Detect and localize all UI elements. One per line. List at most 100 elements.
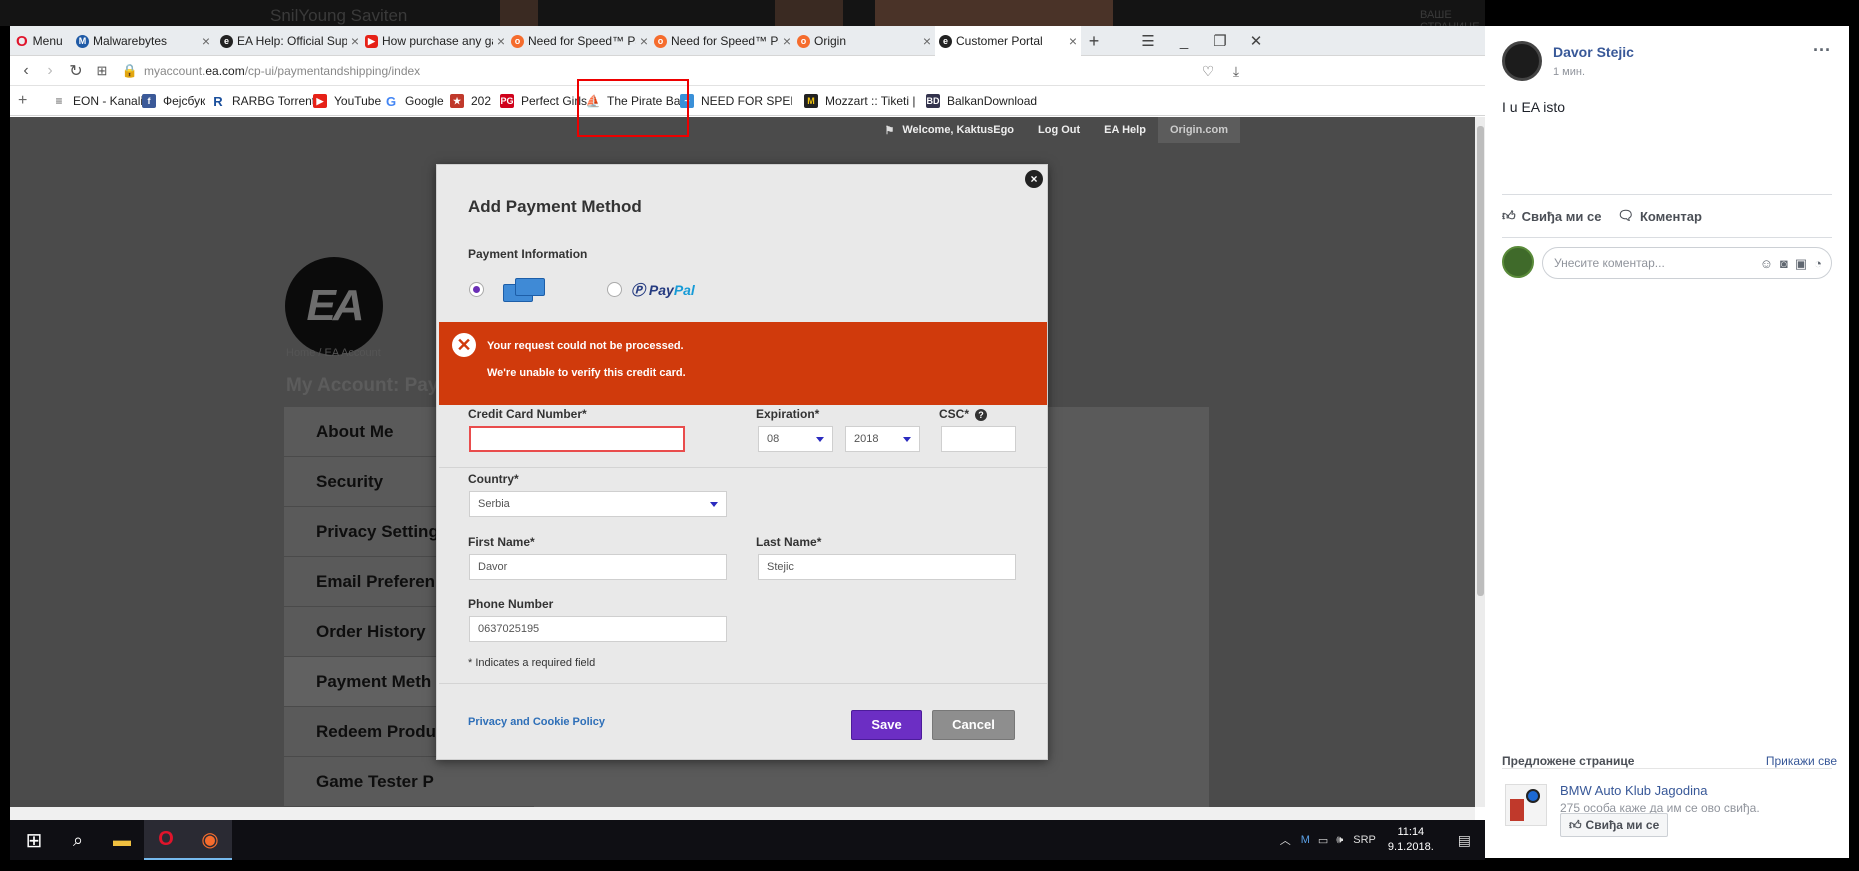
csc-input[interactable] — [941, 426, 1016, 452]
chevron-up-icon[interactable]: ︿ — [1280, 832, 1291, 848]
bookmark-pirate-bay[interactable]: ⛵ The Pirate Bay — [586, 86, 686, 116]
file-explorer-icon[interactable]: ▬ — [100, 820, 144, 860]
windows-start-icon[interactable]: ⊞ — [12, 820, 56, 860]
bookmark-202[interactable]: ★ 202 — [450, 86, 491, 116]
tab-customer-portal[interactable]: e Customer Portal × — [935, 26, 1081, 56]
exp-year-select[interactable]: 2018 — [845, 426, 920, 452]
card-number-label: Credit Card Number* — [468, 407, 587, 421]
back-icon[interactable]: ‹ — [14, 56, 38, 86]
language-indicator[interactable]: SRP — [1353, 834, 1376, 846]
comment-input[interactable]: Унесите коментар... ☺ ◙ ▣ ◔ — [1542, 247, 1832, 279]
download-icon[interactable]: ⤓ — [1224, 56, 1248, 86]
comment-button[interactable]: 🗨 Коментар — [1617, 208, 1701, 224]
add-payment-modal: × Add Payment Method Payment Information… — [436, 164, 1048, 760]
opera-taskbar-icon[interactable]: O — [144, 820, 188, 860]
close-tab-icon[interactable]: × — [919, 33, 935, 49]
tab-ea-help[interactable]: e EA Help: Official Suppo × — [218, 26, 363, 56]
help-icon[interactable]: ? — [975, 408, 988, 421]
close-icon[interactable]: × — [1025, 170, 1043, 188]
ea-help-link[interactable]: EA Help — [1092, 117, 1158, 143]
reload-icon[interactable]: ↻ — [64, 56, 88, 86]
origin-taskbar-icon[interactable]: ◉ — [188, 820, 232, 860]
tab-malwarebytes[interactable]: M Malwarebytes × — [74, 26, 214, 56]
close-tab-icon[interactable]: × — [1065, 33, 1081, 49]
lock-icon: 🔒 — [121, 63, 139, 78]
add-bookmark-icon[interactable]: + — [18, 86, 34, 116]
search-icon[interactable]: ⌕ — [56, 820, 100, 860]
cancel-button[interactable]: Cancel — [932, 710, 1015, 740]
gif-icon[interactable]: ▣ — [1795, 256, 1807, 272]
close-tab-icon[interactable]: × — [779, 33, 795, 49]
save-button[interactable]: Save — [851, 710, 922, 740]
notifications-icon[interactable]: ▤ — [1458, 832, 1471, 849]
horizontal-scrollbar[interactable] — [10, 807, 1475, 820]
volume-icon[interactable]: 🕪 — [1336, 834, 1343, 847]
close-tab-icon[interactable]: × — [347, 33, 363, 49]
forward-icon[interactable]: › — [38, 56, 62, 86]
tab-label: Need for Speed™ Payb — [528, 34, 636, 48]
malwarebytes-tray-icon[interactable]: M — [1301, 834, 1310, 846]
last-name-input[interactable]: Stejic — [758, 554, 1016, 580]
like-button[interactable]: 👍︎ Свиђа ми се — [1502, 208, 1601, 224]
side-menu-game-tester[interactable]: Game Tester P — [284, 757, 534, 807]
bookmark-rarbg[interactable]: R RARBG Torrents — [211, 86, 321, 116]
bookmark-eon[interactable]: ≡ EON - Kanali — [52, 86, 143, 116]
sticker-icon[interactable]: ◔ — [1814, 256, 1822, 272]
bookmark-facebook[interactable]: f Фејсбук — [142, 86, 205, 116]
bookmark-balkandownload[interactable]: BD BalkanDownload — [926, 86, 1037, 116]
suggested-page-image[interactable] — [1505, 784, 1547, 826]
suggested-like-button[interactable]: 👍︎ Свиђа ми се — [1560, 813, 1669, 837]
bookmark-mozzart[interactable]: M Mozzart :: Tiketi | Mo — [804, 86, 917, 116]
emoji-icon[interactable]: ☺ — [1760, 256, 1773, 272]
tab-bar: O Menu M Malwarebytes × e EA Help: Offic… — [10, 26, 1485, 56]
tab-menu-icon[interactable]: ☰ — [1130, 26, 1166, 56]
more-options-icon[interactable]: ··· — [1813, 40, 1831, 61]
see-all-link[interactable]: Прикажи све — [1766, 754, 1837, 768]
url-field[interactable]: myaccount.ea.com/cp-ui/paymentandshippin… — [144, 64, 420, 78]
network-icon[interactable]: ▭ — [1318, 834, 1328, 847]
paypal-radio[interactable] — [607, 282, 622, 297]
eon-icon: ≡ — [55, 94, 63, 108]
close-window-icon[interactable]: ✕ — [1238, 26, 1274, 56]
phone-input[interactable]: 0637025195 — [469, 616, 727, 642]
close-tab-icon[interactable]: × — [636, 33, 652, 49]
bookmark-google[interactable]: G Google — [384, 86, 444, 116]
tab-youtube-video[interactable]: ▶ How purchase any gam × — [363, 26, 509, 56]
speed-dial-icon[interactable]: ⊞ — [90, 56, 114, 86]
divider — [439, 467, 1047, 468]
clock[interactable]: 11:14 9.1.2018. — [1388, 825, 1434, 855]
tab-nfs-payback-2[interactable]: o Need for Speed™ Payb × — [652, 26, 795, 56]
country-select[interactable]: Serbia — [469, 491, 727, 517]
origin-link[interactable]: Origin.com — [1157, 117, 1240, 143]
bookmark-perfect-girls[interactable]: PG Perfect Girls — [500, 86, 587, 116]
avatar[interactable] — [1502, 41, 1542, 81]
site-icon: ★ — [450, 94, 464, 108]
post-author[interactable]: Davor Stejic — [1553, 44, 1634, 60]
breadcrumb[interactable]: Home / EA Account — [286, 347, 381, 359]
camera-icon[interactable]: ◙ — [1780, 256, 1788, 272]
ea-welcome[interactable]: ⚑ Welcome, KaktusEgo — [872, 117, 1026, 143]
bookmark-youtube[interactable]: ▶ YouTube — [313, 86, 381, 116]
tab-origin[interactable]: o Origin × — [795, 26, 935, 56]
ea-icon: e — [220, 34, 233, 48]
new-tab-button[interactable]: + — [1080, 26, 1108, 56]
background-text: SnilYoung Saviten — [270, 6, 408, 25]
restore-icon[interactable]: ❐ — [1202, 26, 1238, 56]
privacy-policy-link[interactable]: Privacy and Cookie Policy — [468, 716, 605, 728]
suggested-page-name[interactable]: BMW Auto Klub Jagodina — [1560, 783, 1707, 798]
close-tab-icon[interactable]: × — [493, 33, 509, 49]
opera-menu-button[interactable]: O Menu — [16, 26, 76, 56]
tab-nfs-payback-1[interactable]: o Need for Speed™ Payb × — [509, 26, 652, 56]
exp-month-select[interactable]: 08 — [758, 426, 833, 452]
scrollbar-thumb[interactable] — [1477, 126, 1484, 596]
error-line-1: Your request could not be processed. — [487, 340, 684, 352]
heart-icon[interactable]: ♡ — [1196, 56, 1220, 86]
card-number-input[interactable] — [469, 426, 685, 452]
first-name-input[interactable]: Davor — [469, 554, 727, 580]
bookmark-nfs[interactable]: ~ NEED FOR SPEED™ E — [680, 86, 792, 116]
close-tab-icon[interactable]: × — [198, 33, 214, 49]
credit-card-radio[interactable] — [469, 282, 484, 297]
post-time[interactable]: 1 мин. — [1553, 66, 1585, 78]
minimize-icon[interactable]: _ — [1166, 26, 1202, 56]
logout-link[interactable]: Log Out — [1026, 117, 1092, 143]
